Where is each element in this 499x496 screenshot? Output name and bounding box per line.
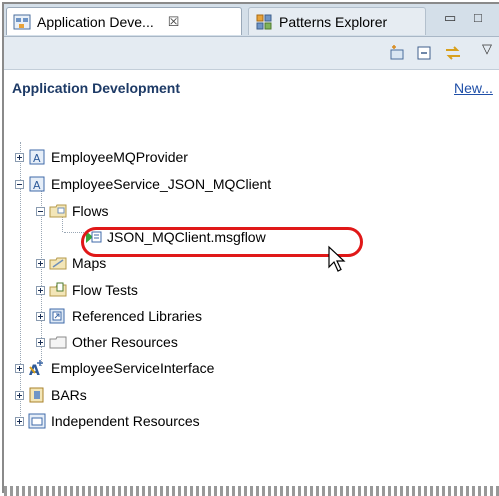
tree-item-other-resources[interactable]: Other Resources	[36, 331, 178, 353]
tree-item-label: Flows	[72, 203, 109, 219]
collapse-toggle[interactable]	[36, 206, 45, 216]
close-tab-icon[interactable]: ☒	[168, 14, 180, 30]
tree-item-label: EmployeeService_JSON_MQClient	[51, 176, 272, 192]
tree-item-label: Independent Resources	[51, 413, 200, 429]
expand-toggle[interactable]	[15, 390, 24, 400]
view-toolbar: ▽	[4, 37, 499, 70]
tab-application-development-label: Application Deve...	[37, 13, 154, 30]
expand-toggle[interactable]	[15, 152, 24, 162]
service-interface-icon: A	[29, 360, 43, 377]
expand-toggle[interactable]	[36, 337, 45, 347]
svg-text:A: A	[33, 179, 41, 192]
tab-patterns-explorer-label: Patterns Explorer	[279, 13, 388, 30]
bar-file-icon	[29, 387, 44, 403]
view-header: Application Development New...	[4, 70, 499, 106]
patterns-explorer-icon	[256, 14, 272, 29]
page-title: Application Development	[12, 80, 181, 96]
expand-toggle[interactable]	[15, 363, 24, 373]
tree-item-referenced-libraries[interactable]: Referenced Libraries	[36, 305, 202, 327]
tree-item-label: Other Resources	[72, 334, 178, 350]
new-link[interactable]: New...	[454, 80, 493, 96]
tree-item-label: Flow Tests	[72, 282, 138, 298]
tree-item-label: BARs	[51, 387, 87, 403]
tree-item-employee-mq-provider[interactable]: A EmployeeMQProvider	[15, 146, 188, 168]
svg-text:A: A	[33, 152, 41, 165]
svg-text:A: A	[29, 363, 40, 377]
collapse-toggle[interactable]	[15, 179, 24, 189]
application-development-icon	[13, 14, 31, 29]
maps-folder-icon	[49, 257, 67, 270]
other-resources-folder-icon	[49, 336, 67, 349]
application-development-view: Application Deve... ☒ Patterns Explorer …	[2, 2, 499, 496]
expand-toggle[interactable]	[36, 285, 45, 295]
referenced-libraries-icon	[49, 308, 65, 324]
bottom-edge-strip	[4, 486, 499, 496]
tree-item-label: EmployeeServiceInterface	[51, 360, 215, 376]
tree-item-employee-service-interface[interactable]: A EmployeeServiceInterface	[15, 357, 214, 379]
tree-item-label: Maps	[72, 255, 107, 271]
tree-item-employee-service[interactable]: A EmployeeService_JSON_MQClient	[15, 173, 271, 195]
flow-tests-folder-icon	[49, 282, 67, 297]
independent-resources-icon	[28, 413, 46, 429]
new-wizard-icon[interactable]	[388, 45, 406, 61]
highlight-ellipse	[81, 227, 363, 257]
link-with-editor-icon[interactable]	[444, 45, 462, 61]
tree-item-label: EmployeeMQProvider	[51, 149, 188, 165]
maximize-icon[interactable]: □	[474, 10, 482, 25]
application-icon: A	[29, 176, 45, 192]
view-menu-icon[interactable]: ▽	[482, 41, 492, 57]
application-icon: A	[29, 149, 45, 165]
expand-toggle[interactable]	[36, 258, 45, 268]
expand-toggle[interactable]	[36, 311, 45, 321]
tab-application-development[interactable]: Application Deve... ☒	[6, 7, 242, 35]
tab-patterns-explorer[interactable]: Patterns Explorer	[248, 7, 426, 35]
tree-item-label: Referenced Libraries	[72, 308, 202, 324]
collapse-all-icon[interactable]	[416, 45, 434, 61]
flows-folder-icon	[49, 204, 67, 218]
mouse-pointer-icon	[328, 245, 346, 272]
project-tree: A EmployeeMQProvider A EmployeeService_J…	[4, 106, 499, 486]
tree-item-flows[interactable]: Flows	[36, 200, 109, 222]
tree-item-independent-resources[interactable]: Independent Resources	[15, 410, 200, 432]
tree-item-bars[interactable]: BARs	[15, 384, 87, 406]
minimize-icon[interactable]: ▭	[444, 10, 456, 26]
tree-item-flow-tests[interactable]: Flow Tests	[36, 279, 138, 301]
expand-toggle[interactable]	[15, 416, 24, 426]
view-tab-bar: Application Deve... ☒ Patterns Explorer …	[4, 4, 499, 37]
